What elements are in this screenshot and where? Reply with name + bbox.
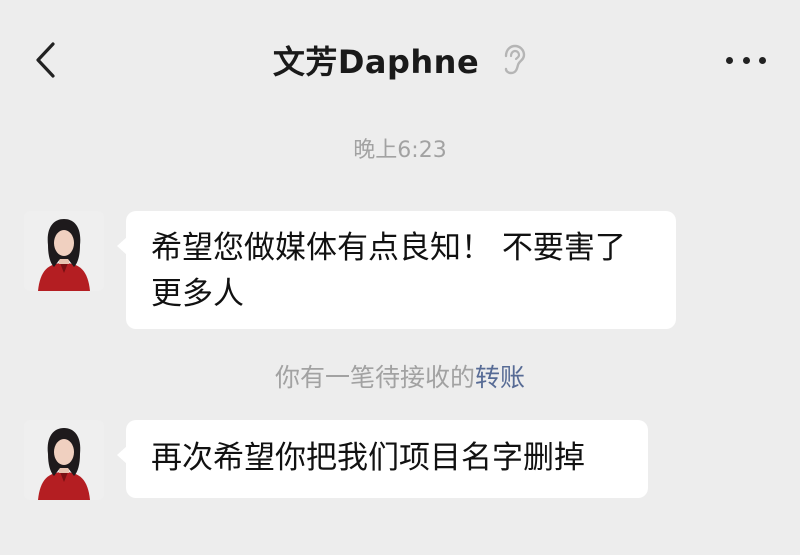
title-wrap: 文芳Daphne [0, 38, 800, 82]
avatar[interactable] [24, 420, 104, 500]
avatar[interactable] [24, 211, 104, 291]
transfer-link[interactable]: 转账 [475, 363, 525, 392]
transfer-notice: 你有一笔待接收的转账 [0, 358, 800, 394]
chat-title: 文芳Daphne [272, 43, 480, 81]
chat-header: 文芳Daphne [0, 0, 800, 120]
transfer-notice-text: 你有一笔待接收的 [274, 363, 475, 392]
message-bubble[interactable]: 再次希望你把我们项目名字删掉 [117, 420, 648, 498]
more-dot [742, 56, 750, 64]
message-bubble[interactable]: 希望您做媒体有点良知！ 不要害了更多人 [117, 211, 676, 329]
message-timestamp: 晚上6:23 [353, 138, 447, 163]
more-dot [759, 56, 766, 64]
ear-icon [501, 44, 527, 76]
more-button[interactable] [726, 46, 766, 74]
more-dot [726, 56, 733, 64]
